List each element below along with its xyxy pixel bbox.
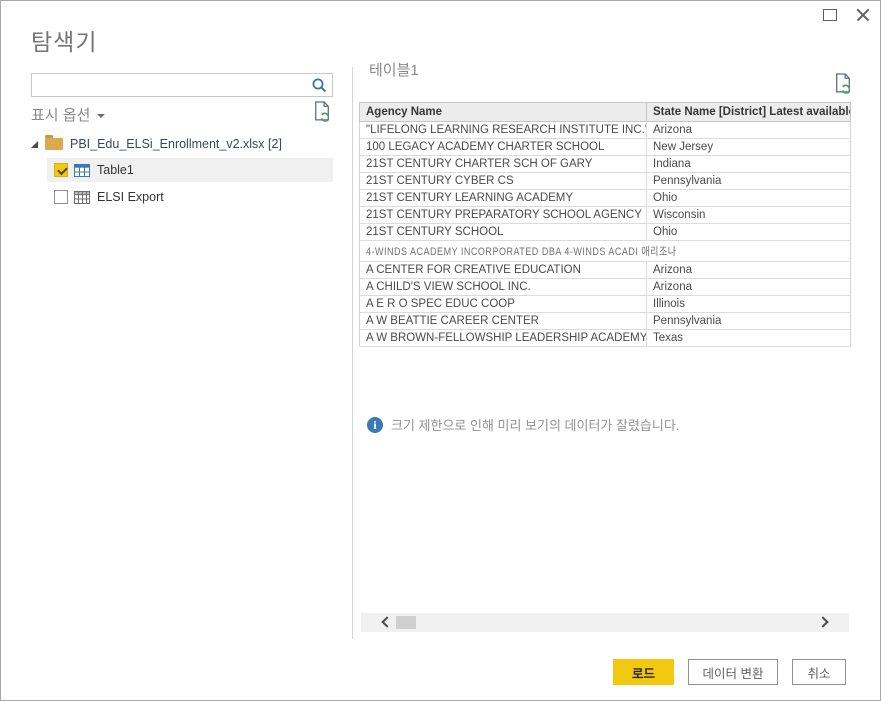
- agency-cell: 21ST CENTURY CHARTER SCH OF GARY: [360, 156, 647, 173]
- state-cell: Wisconsin: [647, 207, 851, 224]
- state-cell: Ohio: [647, 224, 851, 241]
- search-input[interactable]: [36, 74, 308, 96]
- panel-divider: [352, 67, 353, 639]
- state-cell: Arizona: [647, 122, 851, 139]
- agency-cell: 100 LEGACY ACADEMY CHARTER SCHOOL: [360, 139, 647, 156]
- agency-cell: A W BROWN-FELLOWSHIP LEADERSHIP ACADEMY: [360, 330, 647, 347]
- load-button[interactable]: 로드: [613, 659, 674, 685]
- state-cell: Indiana: [647, 156, 851, 173]
- agency-cell: A E R O SPEC EDUC COOP: [360, 296, 647, 313]
- table-row: 21ST CENTURY CHARTER SCH OF GARYIndiana: [360, 156, 851, 173]
- state-cell: Ohio: [647, 190, 851, 207]
- column-header-agency-name: Agency Name: [360, 103, 647, 122]
- folder-icon: [45, 138, 63, 150]
- preview-title: 테이블1: [369, 59, 419, 80]
- table-row: A CHILD'S VIEW SCHOOL INC.Arizona: [360, 279, 851, 296]
- state-cell: Arizona: [647, 262, 851, 279]
- maximize-button[interactable]: [823, 9, 837, 21]
- scroll-left-icon[interactable]: [381, 618, 389, 626]
- table-icon: [74, 164, 90, 177]
- table-row: 21ST CENTURY LEARNING ACADEMYOhio: [360, 190, 851, 207]
- horizontal-scrollbar[interactable]: [361, 613, 849, 632]
- refresh-preview-icon[interactable]: [833, 73, 853, 95]
- agency-cell: "LIFELONG LEARNING RESEARCH INSTITUTE IN…: [360, 122, 647, 139]
- tree-root-workbook[interactable]: PBI_Edu_ELSi_Enrollment_v2.xlsx [2]: [31, 134, 282, 154]
- preview-table: Agency Name State Name [District] Latest…: [359, 102, 851, 347]
- table1-checkbox[interactable]: [54, 163, 68, 177]
- chevron-down-icon: [97, 114, 105, 118]
- agency-cell: 21ST CENTURY SCHOOL: [360, 224, 647, 241]
- tree-item-label: Table1: [97, 163, 134, 177]
- agency-cell: A CHILD'S VIEW SCHOOL INC.: [360, 279, 647, 296]
- scrollbar-thumb[interactable]: [396, 616, 416, 629]
- search-icon[interactable]: [311, 77, 328, 94]
- table-row: 21ST CENTURY PREPARATORY SCHOOL AGENCYWi…: [360, 207, 851, 224]
- truncation-notice: i 크기 제한으로 인해 미리 보기의 데이터가 잘렸습니다.: [367, 415, 679, 434]
- agency-cell: A W BEATTIE CAREER CENTER: [360, 313, 647, 330]
- navigator-dialog: 탐색기 표시 옵션 PBI_Edu_ELSi_Enrollment_v2.xls…: [0, 0, 881, 701]
- scroll-right-icon[interactable]: [821, 618, 829, 626]
- tree-item-table1[interactable]: Table1: [47, 158, 333, 182]
- expand-collapse-icon[interactable]: [31, 141, 38, 148]
- info-icon: i: [367, 417, 383, 433]
- search-box: [31, 73, 333, 97]
- display-options-label: 표시 옵션: [31, 107, 90, 124]
- state-cell: Illinois: [647, 296, 851, 313]
- refresh-preview-icon[interactable]: [312, 101, 332, 123]
- table-row: "LIFELONG LEARNING RESEARCH INSTITUTE IN…: [360, 122, 851, 139]
- display-options-dropdown[interactable]: 표시 옵션: [31, 104, 105, 125]
- workbook-label: PBI_Edu_ELSi_Enrollment_v2.xlsx [2]: [70, 137, 282, 151]
- tree-item-label: ELSI Export: [97, 190, 164, 204]
- agency-cell: A CENTER FOR CREATIVE EDUCATION: [360, 262, 647, 279]
- agency-cell: 21ST CENTURY PREPARATORY SCHOOL AGENCY: [360, 207, 647, 224]
- worksheet-icon: [74, 191, 90, 204]
- truncation-message: 크기 제한으로 인해 미리 보기의 데이터가 잘렸습니다.: [391, 415, 679, 434]
- close-icon[interactable]: [855, 7, 871, 23]
- elsi-export-checkbox[interactable]: [54, 190, 68, 204]
- state-cell: Pennsylvania: [647, 173, 851, 190]
- agency-state-cell: 4-WINDS ACADEMY INCORPORATED DBA 4-WINDS…: [360, 241, 851, 262]
- state-cell: Pennsylvania: [647, 313, 851, 330]
- state-cell: Texas: [647, 330, 851, 347]
- column-header-state-name: State Name [District] Latest available y…: [647, 103, 851, 122]
- table-row: 21ST CENTURY SCHOOLOhio: [360, 224, 851, 241]
- table-row: 100 LEGACY ACADEMY CHARTER SCHOOLNew Jer…: [360, 139, 851, 156]
- table-row: A CENTER FOR CREATIVE EDUCATIONArizona: [360, 262, 851, 279]
- table-row: A W BROWN-FELLOWSHIP LEADERSHIP ACADEMYT…: [360, 330, 851, 347]
- cancel-button[interactable]: 취소: [792, 659, 846, 685]
- tree-item-elsi-export[interactable]: ELSI Export: [47, 185, 333, 209]
- table-row: 4-WINDS ACADEMY INCORPORATED DBA 4-WINDS…: [360, 241, 851, 262]
- page-title: 탐색기: [31, 23, 97, 57]
- agency-cell: 21ST CENTURY LEARNING ACADEMY: [360, 190, 647, 207]
- table-row: A W BEATTIE CAREER CENTERPennsylvania: [360, 313, 851, 330]
- transform-data-button[interactable]: 데이터 변환: [688, 659, 778, 685]
- state-cell: Arizona: [647, 279, 851, 296]
- agency-cell: 21ST CENTURY CYBER CS: [360, 173, 647, 190]
- table-row: A E R O SPEC EDUC COOPIllinois: [360, 296, 851, 313]
- table-row: 21ST CENTURY CYBER CSPennsylvania: [360, 173, 851, 190]
- state-cell: New Jersey: [647, 139, 851, 156]
- preview-table-body: "LIFELONG LEARNING RESEARCH INSTITUTE IN…: [360, 122, 851, 347]
